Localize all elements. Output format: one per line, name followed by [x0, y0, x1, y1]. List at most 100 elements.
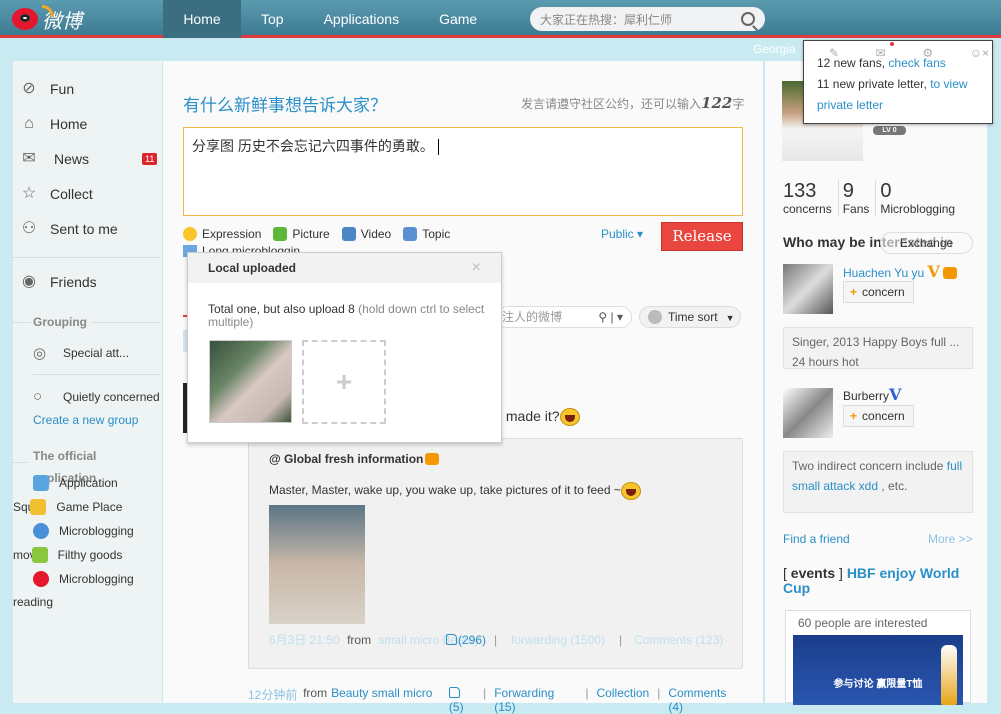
sidebar-item-news[interactable]: ✉ News — [20, 150, 89, 168]
sidebar-item-special[interactable]: ◎ Special att... — [33, 344, 129, 362]
events-label: events — [790, 565, 836, 581]
close-icon[interactable]: × — [472, 253, 481, 283]
recommend-user-name[interactable]: Huachen Yu yu V — [843, 262, 958, 281]
close-icon[interactable]: × — [982, 46, 989, 60]
add-image-button[interactable]: + — [302, 340, 386, 424]
stat-fans[interactable]: 9 Fans — [843, 180, 877, 216]
picture-button[interactable]: Picture — [273, 227, 330, 241]
nav-home[interactable]: Home — [163, 0, 241, 38]
separator: | — [585, 686, 589, 700]
tool-label: Topic — [422, 227, 451, 241]
recommend-reason: Two indirect concern include full small … — [783, 451, 973, 513]
video-button[interactable]: Video — [341, 227, 391, 241]
user-name: Burberry — [843, 389, 890, 403]
forwarded-text: Master, Master, wake up, you wake up, ta… — [269, 482, 641, 500]
comments-link[interactable]: Comments (123) — [634, 634, 723, 647]
laugh-emoji-icon — [620, 482, 641, 500]
concern-button[interactable]: + concern — [843, 405, 914, 427]
comments-link[interactable]: Comments (4) — [668, 686, 743, 714]
nav-game[interactable]: Game — [419, 0, 497, 38]
sidebar-item-fun[interactable]: ⊘ Fun — [20, 80, 74, 98]
post-source[interactable]: Beauty small micro — [331, 686, 449, 700]
divider — [91, 322, 161, 323]
bracket: ] — [839, 565, 843, 581]
search-icon[interactable]: ⚲ | ▾ — [598, 307, 623, 327]
shopping-bag-icon — [31, 547, 48, 563]
search-input[interactable]: 大家正在热搜：犀利仁师 — [530, 7, 765, 31]
sidebar-item-label: Quietly concerned — [63, 389, 160, 404]
like-button[interactable]: (5) — [448, 686, 475, 714]
forwarded-post: @ Global fresh information Master, Maste… — [248, 438, 743, 669]
release-button[interactable]: Release — [661, 222, 743, 251]
notification-popup: ✎ ✉ ⚙ ☺× 12 new fans, check fans 11 new … — [803, 40, 993, 124]
app-game-place[interactable]: Squ Game Place — [13, 499, 122, 515]
event-card[interactable]: 60 people are interested 参与讨论 赢限量T恤 — [785, 610, 971, 705]
reason-text: Two indirect concern include — [792, 459, 944, 473]
time-sort-dropdown[interactable]: Time sort ▼ — [639, 306, 741, 328]
forwarding-link[interactable]: Forwarding (15) — [494, 686, 577, 714]
sidebar-item-label: Special att... — [63, 346, 130, 360]
forwarding-link[interactable]: forwarding (1500) — [511, 634, 605, 647]
collection-link[interactable]: Collection — [597, 686, 650, 714]
find-friend-link[interactable]: Find a friend — [783, 532, 850, 546]
post-image[interactable] — [269, 505, 365, 624]
member-crown-icon — [425, 453, 440, 465]
app-microblogging[interactable]: Microblogging — [33, 523, 134, 539]
concern-button[interactable]: + concern — [843, 281, 914, 303]
feed-search-input[interactable]: 注人的微博 ⚲ | ▾ — [496, 306, 632, 328]
game-icon — [30, 499, 47, 515]
weibo-logo[interactable]: 微博 — [12, 5, 82, 33]
uploaded-image-thumbnail[interactable] — [209, 340, 292, 423]
hint-suffix: 字 — [732, 97, 745, 111]
gear-icon[interactable]: ⚙ — [922, 43, 933, 60]
recommend-avatar[interactable] — [783, 264, 833, 314]
sidebar-item-collect[interactable]: ☆ Collect — [20, 185, 93, 203]
app-filthy-goods[interactable]: mov Filthy goods — [13, 547, 122, 563]
sidebar-item-friends[interactable]: ◉ Friends — [20, 273, 97, 291]
user-icon[interactable]: ☺× — [970, 43, 989, 60]
stat-microblogging[interactable]: 0 Microblogging — [880, 180, 961, 216]
search-icon[interactable] — [741, 12, 755, 26]
compose-textarea[interactable]: 分享图 历史不会忘记六四事件的勇敢。 — [183, 127, 743, 216]
forwarded-author[interactable]: @ Global fresh information — [269, 452, 440, 466]
nav-top[interactable]: Top — [241, 0, 304, 38]
expression-button[interactable]: Expression — [183, 227, 261, 241]
compass-icon: ⊘ — [22, 80, 36, 97]
post-time[interactable]: 12分钟前 — [248, 686, 299, 714]
ad-text: 参与讨论 赢限量T恤 — [833, 679, 923, 690]
target-icon: ◎ — [33, 345, 47, 362]
post-time[interactable]: 6月3日 21:50 — [269, 633, 340, 647]
plus-icon: + — [850, 409, 858, 423]
sidebar-item-home[interactable]: ⌂ Home — [20, 115, 87, 133]
app-microblogging-reading[interactable]: Microblogging — [33, 571, 134, 587]
concern-label: concern — [862, 285, 905, 299]
more-link[interactable]: More >> — [928, 532, 973, 546]
sidebar-item-quietly[interactable]: ○ Quietly concerned — [33, 388, 160, 405]
separator: | — [483, 686, 487, 700]
event-ad-banner[interactable]: 参与讨论 赢限量T恤 — [793, 635, 963, 705]
exchange-button[interactable]: Exchange — [880, 232, 973, 254]
top-navigation-bar: 微博 Home Top Applications Game 大家正在热搜：犀利仁… — [0, 0, 1001, 38]
post-text: s made it? — [495, 408, 560, 424]
sidebar-item-sent-to-me[interactable]: ⚇ Sent to me — [20, 220, 118, 238]
recommend-avatar[interactable] — [783, 388, 833, 438]
divider — [13, 322, 31, 323]
sidebar-item-label: Friends — [50, 274, 97, 290]
topic-button[interactable]: Topic — [403, 227, 450, 241]
concern-label: concern — [862, 409, 905, 423]
edit-icon[interactable]: ✎ — [829, 43, 839, 60]
mail-icon[interactable]: ✉ — [876, 43, 886, 60]
news-count-badge: 11 — [142, 153, 158, 165]
stat-value: 0 — [880, 180, 892, 202]
like-button[interactable]: (296) — [446, 634, 486, 647]
visibility-dropdown[interactable]: Public ▾ — [601, 227, 643, 241]
reading-label: reading — [13, 595, 54, 609]
recommend-user-name[interactable]: BurberryV — [843, 385, 901, 404]
app-application[interactable]: Application — [33, 475, 118, 491]
sort-label: Time sort — [668, 310, 718, 324]
post-text-fragment: s made it? — [495, 408, 580, 427]
stat-concerns[interactable]: 133 concerns — [783, 180, 839, 216]
nav-applications[interactable]: Applications — [304, 0, 420, 38]
create-group-link[interactable]: Create a new group — [33, 413, 138, 427]
check-fans-link[interactable]: check fans — [888, 56, 945, 70]
